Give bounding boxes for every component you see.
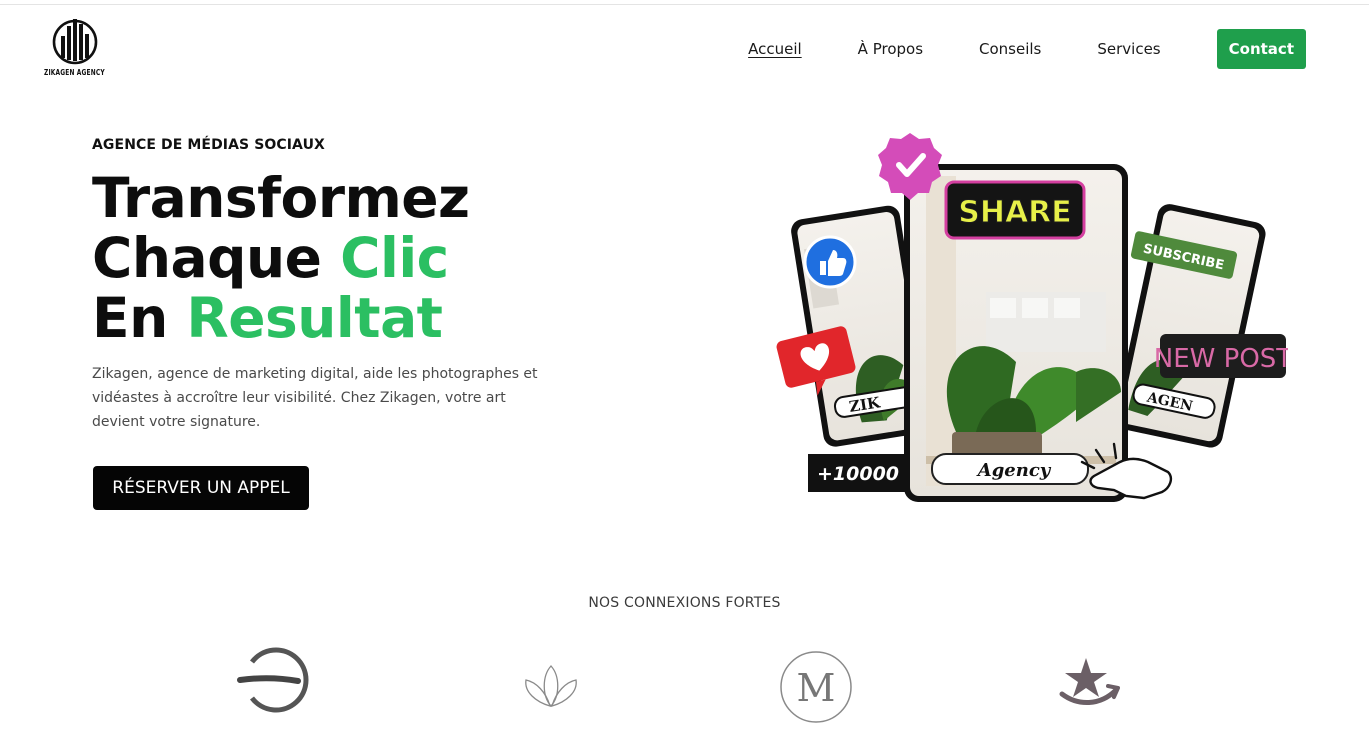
partner-logo-star bbox=[1034, 640, 1144, 730]
top-border bbox=[0, 0, 1369, 5]
partner-logo-m-monogram: M bbox=[761, 640, 871, 730]
hero-illustration: ZIK AGEN SHARE SUBSCRIBE NEW POST Agency… bbox=[776, 132, 1292, 504]
new-post-tag: NEW POST bbox=[1154, 334, 1292, 378]
followers-text: +10000 bbox=[817, 463, 899, 485]
hero-eyebrow: AGENCE DE MÉDIAS SOCIAUX bbox=[92, 137, 325, 153]
partner-logo-circle-line bbox=[230, 640, 340, 730]
hero-description: Zikagen, agence de marketing digital, ai… bbox=[92, 366, 538, 430]
headline-line-2-a: Chaque bbox=[92, 226, 341, 290]
nav-link-conseils[interactable]: Conseils bbox=[979, 40, 1041, 58]
headline-line-1: Transformez bbox=[92, 166, 470, 230]
partner-logo-lotus bbox=[496, 640, 606, 730]
headline-line-3-a: En bbox=[92, 286, 187, 350]
social-phones-illustration: ZIK AGEN SHARE SUBSCRIBE NEW POST Agency… bbox=[776, 133, 1292, 502]
m-monogram-logo-icon: M bbox=[780, 651, 852, 723]
m-monogram-letter: M bbox=[797, 666, 836, 710]
headline-line-2-highlight: Clic bbox=[340, 226, 449, 290]
brand-logo[interactable]: ZIKAGEN AGENCY bbox=[44, 16, 108, 82]
circle-line-logo-icon bbox=[237, 647, 309, 713]
new-post-text: NEW POST bbox=[1154, 344, 1288, 374]
nav-link-a-propos[interactable]: À Propos bbox=[858, 40, 923, 58]
agency-text: Agency bbox=[976, 460, 1052, 481]
like-bubble-icon bbox=[803, 235, 857, 289]
share-sign: SHARE bbox=[944, 180, 1086, 240]
lotus-logo-icon bbox=[525, 665, 577, 707]
agency-pill: Agency bbox=[931, 453, 1089, 485]
nav-link-services[interactable]: Services bbox=[1097, 40, 1160, 58]
headline-line-3-highlight: Resultat bbox=[186, 286, 443, 350]
hero-headline: Transformez Chaque Clic En Resultat bbox=[92, 168, 470, 348]
partners-heading: NOS CONNEXIONS FORTES bbox=[588, 595, 781, 611]
nav-link-accueil[interactable]: Accueil bbox=[748, 40, 802, 58]
followers-badge: +10000 bbox=[808, 454, 906, 492]
main-nav: Accueil À Propos Conseils Services Conta… bbox=[748, 29, 1306, 69]
logo-icon bbox=[52, 19, 98, 65]
share-text: SHARE bbox=[958, 195, 1072, 230]
logo-wordmark: ZIKAGEN AGENCY bbox=[44, 68, 105, 77]
star-swoosh-logo-icon bbox=[1059, 658, 1120, 706]
contact-button[interactable]: Contact bbox=[1216, 29, 1306, 69]
book-call-button[interactable]: RÉSERVER UN APPEL bbox=[93, 466, 309, 510]
